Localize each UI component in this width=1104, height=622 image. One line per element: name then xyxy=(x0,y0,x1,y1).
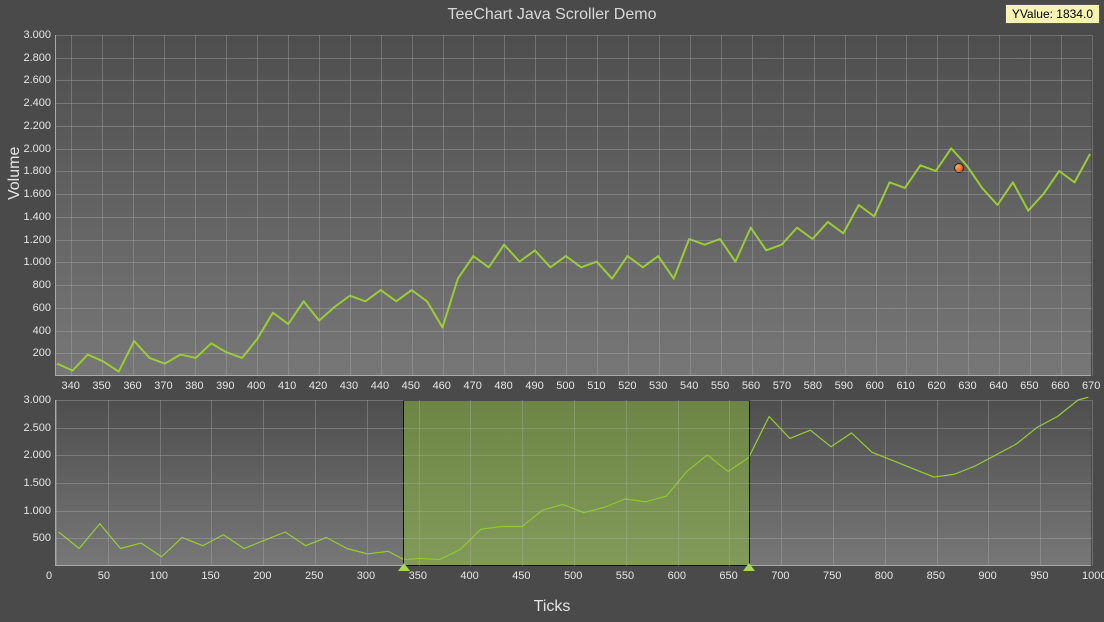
x-tick-label: 950 xyxy=(1030,570,1048,582)
y-tick-label: 2.200 xyxy=(23,120,51,132)
x-tick-label: 1000 xyxy=(1082,570,1104,582)
x-tick-label: 600 xyxy=(866,380,884,392)
x-tick-label: 520 xyxy=(618,380,636,392)
x-tick-label: 580 xyxy=(804,380,822,392)
x-tick-label: 450 xyxy=(512,570,530,582)
x-tick-label: 200 xyxy=(253,570,271,582)
y-axis-label: Volume xyxy=(6,147,24,200)
x-tick-label: 340 xyxy=(61,380,79,392)
x-tick-label: 460 xyxy=(433,380,451,392)
x-tick-label: 640 xyxy=(989,380,1007,392)
x-tick-label: 440 xyxy=(371,380,389,392)
value-tooltip: YValue: 1834.0 xyxy=(1005,4,1100,24)
x-tick-label: 670 xyxy=(1082,380,1100,392)
x-tick-label: 650 xyxy=(719,570,737,582)
x-tick-label: 490 xyxy=(525,380,543,392)
x-tick-label: 400 xyxy=(247,380,265,392)
x-tick-label: 400 xyxy=(460,570,478,582)
x-tick-label: 570 xyxy=(773,380,791,392)
y-tick-label: 200 xyxy=(33,347,51,359)
y-tick-label: 2.000 xyxy=(23,449,51,461)
x-tick-label: 250 xyxy=(305,570,323,582)
y-tick-label: 1.200 xyxy=(23,234,51,246)
main-series-line xyxy=(56,35,1091,375)
y-tick-label: 2.600 xyxy=(23,74,51,86)
y-tick-label: 400 xyxy=(33,325,51,337)
chart-demo-page: TeeChart Java Scroller Demo YValue: 1834… xyxy=(0,0,1104,622)
x-tick-label: 850 xyxy=(927,570,945,582)
y-tick-label: 2.000 xyxy=(23,143,51,155)
x-tick-label: 0 xyxy=(46,570,52,582)
y-tick-label: 800 xyxy=(33,279,51,291)
x-tick-label: 410 xyxy=(278,380,296,392)
x-tick-label: 480 xyxy=(494,380,512,392)
x-tick-label: 370 xyxy=(154,380,172,392)
y-tick-label: 2.800 xyxy=(23,52,51,64)
x-tick-label: 100 xyxy=(150,570,168,582)
x-tick-label: 800 xyxy=(875,570,893,582)
main-chart[interactable]: 2004006008001.0001.2001.4001.6001.8002.0… xyxy=(55,35,1091,376)
x-tick-label: 420 xyxy=(309,380,327,392)
x-tick-label: 50 xyxy=(98,570,110,582)
y-tick-label: 2.400 xyxy=(23,97,51,109)
y-tick-label: 500 xyxy=(33,532,51,544)
y-tick-label: 1.000 xyxy=(23,256,51,268)
y-tick-label: 1.500 xyxy=(23,477,51,489)
y-tick-label: 1.600 xyxy=(23,188,51,200)
x-tick-label: 550 xyxy=(711,380,729,392)
y-tick-label: 1.000 xyxy=(23,505,51,517)
x-tick-label: 150 xyxy=(201,570,219,582)
x-tick-label: 500 xyxy=(564,570,582,582)
page-title: TeeChart Java Scroller Demo xyxy=(0,6,1104,24)
y-tick-label: 1.400 xyxy=(23,211,51,223)
x-axis-label: Ticks xyxy=(534,598,571,616)
y-tick-label: 600 xyxy=(33,302,51,314)
x-tick-label: 450 xyxy=(402,380,420,392)
y-tick-label: 3.000 xyxy=(23,394,51,406)
x-tick-label: 590 xyxy=(835,380,853,392)
x-tick-label: 390 xyxy=(216,380,234,392)
x-tick-label: 900 xyxy=(978,570,996,582)
x-tick-label: 530 xyxy=(649,380,667,392)
x-tick-label: 350 xyxy=(92,380,110,392)
x-tick-label: 560 xyxy=(742,380,760,392)
scroller-handle-right[interactable] xyxy=(743,563,755,571)
x-tick-label: 660 xyxy=(1051,380,1069,392)
y-tick-label: 2.500 xyxy=(23,422,51,434)
x-tick-label: 630 xyxy=(958,380,976,392)
x-tick-label: 600 xyxy=(668,570,686,582)
x-tick-label: 510 xyxy=(587,380,605,392)
y-tick-label: 3.000 xyxy=(23,29,51,41)
x-tick-label: 500 xyxy=(556,380,574,392)
overview-chart[interactable]: 5001.0001.5002.0002.5003.000050100150200… xyxy=(55,400,1091,566)
x-tick-label: 620 xyxy=(927,380,945,392)
x-tick-label: 540 xyxy=(680,380,698,392)
x-tick-label: 430 xyxy=(340,380,358,392)
y-tick-label: 1.800 xyxy=(23,165,51,177)
x-tick-label: 300 xyxy=(357,570,375,582)
x-tick-label: 650 xyxy=(1020,380,1038,392)
x-tick-label: 350 xyxy=(409,570,427,582)
x-tick-label: 470 xyxy=(463,380,481,392)
x-tick-label: 380 xyxy=(185,380,203,392)
x-tick-label: 610 xyxy=(896,380,914,392)
x-tick-label: 700 xyxy=(771,570,789,582)
x-tick-label: 550 xyxy=(616,570,634,582)
x-tick-label: 360 xyxy=(123,380,141,392)
x-tick-label: 750 xyxy=(823,570,841,582)
